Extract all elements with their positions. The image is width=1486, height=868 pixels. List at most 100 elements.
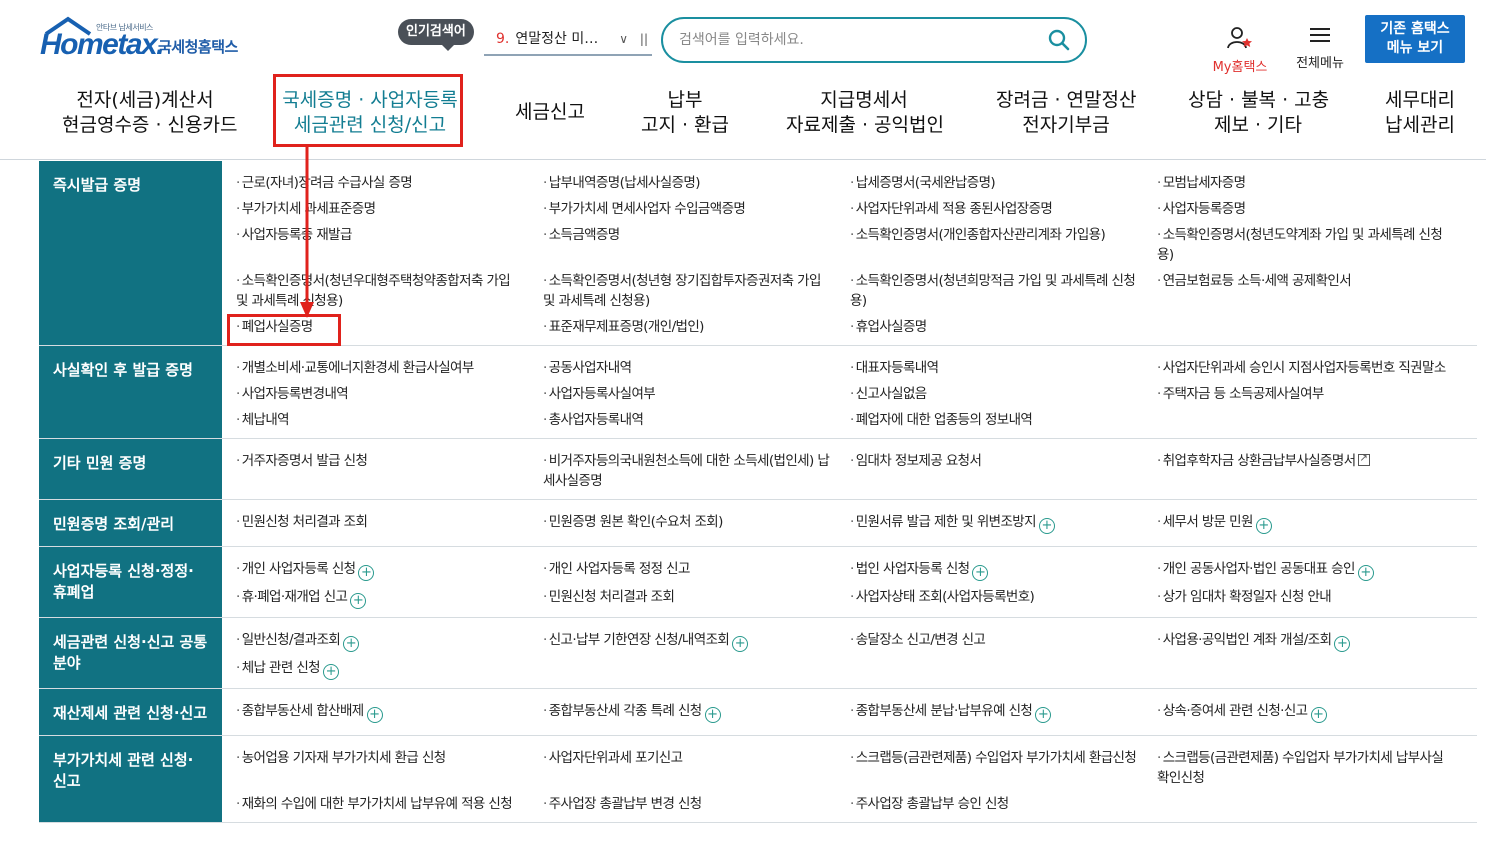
menu-link[interactable]: · 부가가치세 면세사업자 수입금액증명 xyxy=(543,199,850,219)
menu-link[interactable]: · 신고·납부 기한연장 신청/내역조회 + xyxy=(543,630,850,652)
menu-link[interactable]: · 체납내역 xyxy=(236,410,543,430)
bullet-dot: · xyxy=(543,386,547,402)
expand-plus-icon[interactable]: + xyxy=(366,707,383,723)
menu-link[interactable]: · 부가가치세 과세표준증명 xyxy=(236,199,543,219)
menu-link[interactable]: · 소득확인증명서(청년희망적금 가입 및 과세특례 신청용) xyxy=(850,271,1157,311)
menu-link[interactable]: · 모범납세자증명 xyxy=(1157,173,1464,193)
expand-plus-icon[interactable]: + xyxy=(1310,707,1327,723)
menu-link[interactable]: · 대표자등록내역 xyxy=(850,358,1157,378)
my-hometax-button[interactable]: My홈택스 xyxy=(1205,26,1275,75)
search-icon[interactable] xyxy=(1047,28,1071,52)
pause-icon[interactable]: || xyxy=(640,24,648,54)
menu-link[interactable]: · 주사업장 총괄납부 변경 신청 xyxy=(543,794,850,814)
gnb-incentive-yearend[interactable]: 장려금 · 연말정산 전자기부금 xyxy=(996,88,1136,138)
expand-plus-icon[interactable]: + xyxy=(343,636,360,652)
menu-link[interactable]: · 민원신청 처리결과 조회 xyxy=(236,512,543,534)
menu-link[interactable]: · 사업자등록증 재발급 xyxy=(236,225,543,265)
gnb-consulting[interactable]: 상담 · 불복 · 고충 제보 · 기타 xyxy=(1188,88,1329,138)
menu-link[interactable]: · 소득금액증명 xyxy=(543,225,850,265)
expand-plus-icon[interactable]: + xyxy=(972,565,989,581)
menu-link[interactable]: · 표준재무제표증명(개인/법인) xyxy=(543,317,850,337)
expand-plus-icon[interactable]: + xyxy=(323,664,340,680)
menu-link[interactable]: · 상가 임대차 확정일자 신청 안내 xyxy=(1157,587,1464,609)
menu-link[interactable]: · 임대차 정보제공 요청서 xyxy=(850,451,1157,491)
expand-plus-icon[interactable]: + xyxy=(1357,565,1374,581)
menu-link[interactable]: · 휴·폐업·재개업 신고 + xyxy=(236,587,543,609)
menu-link[interactable]: · 송달장소 신고/변경 신고 xyxy=(850,630,1157,652)
menu-link[interactable]: · 민원신청 처리결과 조회 xyxy=(543,587,850,609)
menu-link[interactable]: · 스크랩등(금관련제품) 수입업자 부가가치세 환급신청 xyxy=(850,748,1157,788)
popular-search-term[interactable]: 9. 연말정산 미… ∨ || xyxy=(484,24,652,56)
bullet-dot: · xyxy=(543,412,547,428)
menu-link[interactable]: · 법인 사업자등록 신청 + xyxy=(850,559,1157,581)
menu-link[interactable]: · 일반신청/결과조회 + xyxy=(236,630,543,652)
expand-plus-icon[interactable]: + xyxy=(1035,707,1052,723)
expand-plus-icon[interactable]: + xyxy=(1334,636,1351,652)
menu-link[interactable]: · 소득확인증명서(청년형 장기집합투자증권저축 가입 및 과세특례 신청용) xyxy=(543,271,850,311)
menu-link[interactable]: · 폐업자에 대한 업종등의 정보내역 xyxy=(850,410,1157,430)
gnb-payment-statement[interactable]: 지급명세서 자료제출 · 공익법인 xyxy=(786,88,944,138)
expand-plus-icon[interactable]: + xyxy=(350,593,367,609)
menu-link[interactable]: · 사업자등록증명 xyxy=(1157,199,1464,219)
menu-link[interactable]: · 신고사실없음 xyxy=(850,384,1157,404)
menu-link[interactable]: · 재화의 수입에 대한 부가가치세 납부유예 적용 신청 xyxy=(236,794,543,814)
menu-link[interactable]: · 사업용·공익법인 계좌 개설/조회 + xyxy=(1157,630,1464,652)
menu-link[interactable]: · 소득확인증명서(청년우대형주택청약종합저축 가입 및 과세특례 신청용) xyxy=(236,271,543,311)
bullet-dot: · xyxy=(850,273,854,289)
menu-link[interactable]: · 세무서 방문 민원 + xyxy=(1157,512,1464,534)
expand-plus-icon[interactable]: + xyxy=(732,636,749,652)
gnb-tax-invoice[interactable]: 전자(세금)계산서 현금영수증 · 신용카드 xyxy=(62,88,237,138)
menu-link[interactable]: · 사업자상태 조회(사업자등록번호) xyxy=(850,587,1157,609)
expand-plus-icon[interactable]: + xyxy=(1038,518,1055,534)
menu-link[interactable]: · 휴업사실증명 xyxy=(850,317,1157,337)
menu-link[interactable]: · 민원증명 원본 확인(수요처 조회) xyxy=(543,512,850,534)
menu-link[interactable]: · 공동사업자내역 xyxy=(543,358,850,378)
menu-link[interactable]: · 스크랩등(금관련제품) 수입업자 부가가치세 납부사실 확인신청 xyxy=(1157,748,1464,788)
gnb-payment[interactable]: 납부 고지 · 환급 xyxy=(640,88,730,138)
bullet-dot: · xyxy=(543,227,547,243)
menu-link[interactable]: · 총사업자등록내역 xyxy=(543,410,850,430)
menu-link[interactable]: · 종합부동산세 합산배제 + xyxy=(236,701,543,723)
bullet-dot: · xyxy=(236,360,240,376)
menu-link[interactable]: · 소득확인증명서(청년도약계좌 가입 및 과세특례 신청용) xyxy=(1157,225,1464,265)
all-menu-button[interactable]: 전체메뉴 xyxy=(1290,26,1350,71)
menu-link[interactable]: · 개인 사업자등록 정정 신고 xyxy=(543,559,850,581)
menu-link[interactable]: · 사업자단위과세 승인시 지점사업자등록번호 직권말소 xyxy=(1157,358,1464,378)
menu-link[interactable]: · 소득확인증명서(개인종합자산관리계좌 가입용) xyxy=(850,225,1157,265)
menu-link[interactable]: · 주사업장 총괄납부 승인 신청 xyxy=(850,794,1157,814)
menu-link[interactable]: · 주택자금 등 소득공제사실여부 xyxy=(1157,384,1464,404)
menu-link[interactable]: · 사업자단위과세 적용 종된사업장증명 xyxy=(850,199,1157,219)
gnb-tax-agent[interactable]: 세무대리 납세관리 xyxy=(1380,88,1460,138)
menu-link[interactable]: · 개별소비세·교통에너지환경세 환급사실여부 xyxy=(236,358,543,378)
menu-link-text: 납부내역증명(납세사실증명) xyxy=(548,175,701,191)
expand-plus-icon[interactable]: + xyxy=(704,707,721,723)
bullet-dot: · xyxy=(1157,632,1161,648)
menu-link[interactable]: · 상속·증여세 관련 신청·신고 + xyxy=(1157,701,1464,723)
menu-link[interactable]: · 사업자단위과세 포기신고 xyxy=(543,748,850,788)
menu-link[interactable]: · 납부내역증명(납세사실증명) xyxy=(543,173,850,193)
menu-link[interactable]: · 취업후학자금 상환금납부사실증명서 xyxy=(1157,449,1464,491)
menu-link[interactable]: · 연금보험료등 소득·세액 공제확인서 xyxy=(1157,271,1464,311)
menu-link[interactable]: · 거주자증명서 발급 신청 xyxy=(236,451,543,491)
menu-link[interactable]: · 농어업용 기자재 부가가치세 환급 신청 xyxy=(236,748,543,788)
gnb-tax-filing[interactable]: 세금신고 xyxy=(505,100,595,125)
menu-link[interactable]: · 비거주자등의국내원천소득에 대한 소득세(법인세) 납세사실증명 xyxy=(543,451,850,491)
menu-link[interactable]: · 개인 공동사업자·법인 공동대표 승인 + xyxy=(1157,559,1464,581)
menu-link[interactable]: · 납세증명서(국세완납증명) xyxy=(850,173,1157,193)
menu-link[interactable]: · 사업자등록변경내역 xyxy=(236,384,543,404)
chevron-down-icon[interactable]: ∨ xyxy=(619,24,628,54)
menu-link[interactable]: · 사업자등록사실여부 xyxy=(543,384,850,404)
expand-plus-icon[interactable]: + xyxy=(1255,518,1272,534)
expand-plus-icon[interactable]: + xyxy=(358,565,375,581)
menu-link[interactable]: · 개인 사업자등록 신청 + xyxy=(236,559,543,581)
hometax-logo[interactable]: 안타브 납세서비스 Hometax. 국세청홈택스 xyxy=(40,14,260,66)
menu-link[interactable]: · 종합부동산세 분납·납부유예 신청 + xyxy=(850,701,1157,723)
menu-link[interactable]: · 근로(자녀)장려금 수급사실 증명 xyxy=(236,173,543,193)
menu-link-text: 소득확인증명서(개인종합자산관리계좌 가입용) xyxy=(855,227,1106,243)
search-input[interactable] xyxy=(679,29,1019,51)
bullet-dot: · xyxy=(1157,750,1161,766)
menu-link[interactable]: · 체납 관련 신청 + xyxy=(236,658,543,680)
menu-link[interactable]: · 종합부동산세 각종 특례 신청 + xyxy=(543,701,850,723)
old-hometax-menu-button[interactable]: 기존 홈택스 메뉴 보기 xyxy=(1365,15,1465,63)
menu-link[interactable]: · 민원서류 발급 제한 및 위변조방지 + xyxy=(850,512,1157,534)
